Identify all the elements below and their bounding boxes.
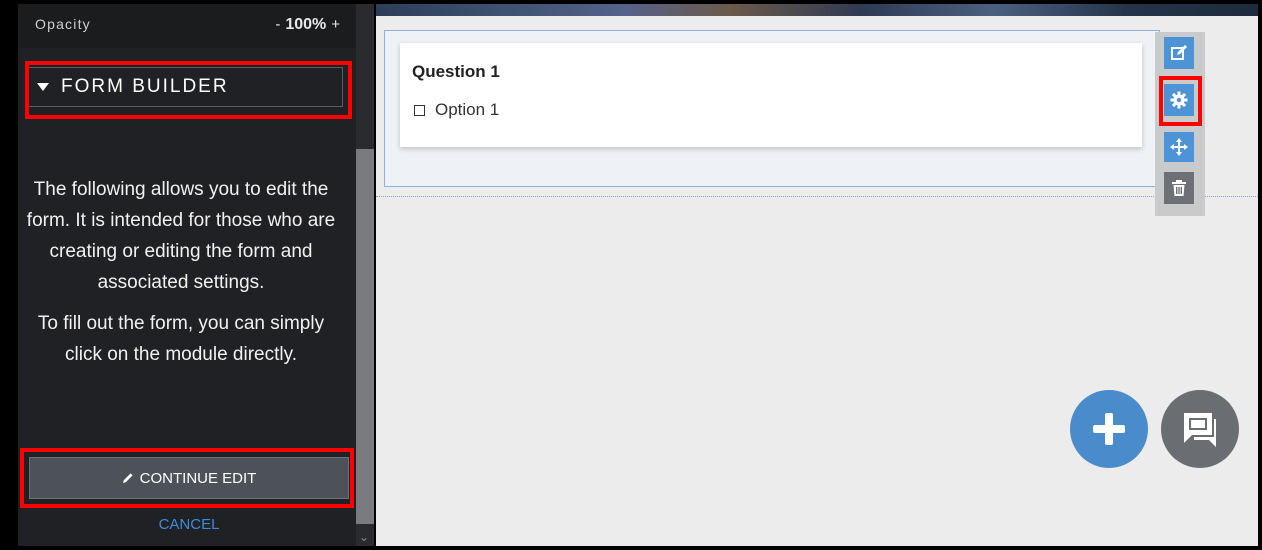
chat-button[interactable] [1161,390,1239,468]
module-settings-button[interactable] [1164,84,1194,116]
continue-edit-button[interactable]: CONTINUE EDIT [29,457,349,499]
scrollbar-thumb[interactable] [356,149,374,524]
form-module[interactable]: Question 1 Option 1 [384,30,1160,187]
app-frame: Opacity - 100% + FORM BUILDER The follow… [4,4,1258,546]
chat-icon [1184,413,1216,447]
opacity-control: - 100% + [275,16,340,34]
form-builder-description: The following allows you to edit the for… [21,174,341,380]
plus-icon [1093,413,1125,445]
caret-down-icon [37,83,49,91]
cancel-link[interactable]: CANCEL [18,516,360,533]
opacity-label: Opacity [35,16,91,32]
trash-icon [1172,180,1186,196]
description-paragraph-2: To fill out the form, you can simply cli… [37,313,325,365]
banner-image [376,4,1258,16]
opacity-increase-button[interactable]: + [331,16,340,33]
question-title: Question 1 [412,62,500,81]
opacity-value: 100% [285,16,327,33]
side-panel: Opacity - 100% + FORM BUILDER The follow… [18,4,360,546]
opacity-row: Opacity - 100% + [18,4,360,48]
drop-guide-line [376,196,1258,197]
question-option[interactable]: Option 1 [414,100,499,120]
form-builder-title: FORM BUILDER [61,76,229,97]
move-icon [1170,138,1188,156]
question-card[interactable]: Question 1 Option 1 [400,43,1142,147]
form-builder-toggle[interactable]: FORM BUILDER [26,67,343,107]
form-canvas: Question 1 Option 1 [376,4,1258,546]
delete-module-button[interactable] [1164,172,1194,204]
description-paragraph-1: The following allows you to edit the for… [26,179,336,293]
add-module-button[interactable] [1070,390,1148,468]
move-module-handle[interactable] [1164,132,1194,162]
scroll-down-arrow-icon[interactable]: ⌄ [359,530,369,544]
pencil-icon [122,473,133,483]
gear-icon [1170,91,1188,109]
opacity-decrease-button[interactable]: - [275,16,280,33]
module-toolbar [1155,32,1205,216]
checkbox[interactable] [414,104,425,116]
edit-module-button[interactable] [1164,37,1194,69]
panel-scrollbar[interactable]: ⌄ [356,4,374,546]
edit-icon [1171,45,1187,60]
continue-edit-label: CONTINUE EDIT [139,469,257,487]
option-label: Option 1 [435,100,500,119]
